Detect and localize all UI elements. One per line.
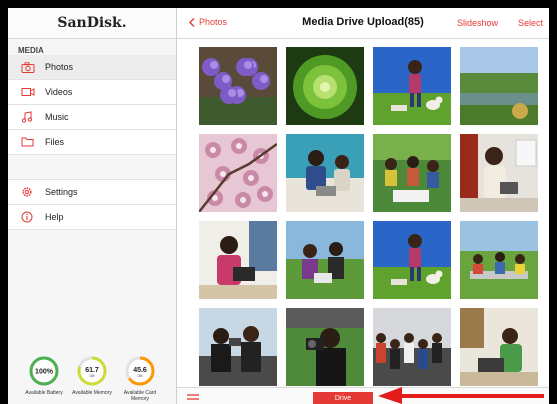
photo-thumbnail-girl-with-tablet-indoors[interactable] [199,221,277,299]
music-note-icon [21,111,45,123]
sidebar-item-music[interactable]: Music [8,105,176,130]
photo-thumbnail-people-taking-photos[interactable] [199,308,277,386]
photo-thumbnail-woman-with-laptop-indoors[interactable] [460,308,538,386]
photo-grid [199,47,544,386]
media-section-label: MEDIA [18,46,44,55]
photo-thumbnail-group-at-picnic-table[interactable] [460,221,538,299]
battery-gauge: 100% Available Battery [23,355,65,402]
battery-label: Available Battery [25,390,63,396]
photo-thumbnail-green-succulent-plant[interactable] [286,47,364,125]
battery-value: 100% [35,369,54,376]
camera-icon [21,61,45,73]
back-button[interactable]: Photos [189,17,227,27]
memory-unit: GB [89,374,95,378]
bottom-bar: Drive [177,387,549,404]
memory-gauge: 61.7 GB Available Memory [71,355,113,402]
sidebar-item-label: Settings [45,187,78,197]
folder-icon [21,137,45,147]
card-memory-label: Available Card Memory [123,390,157,402]
sidebar-item-photos[interactable]: Photos [8,55,176,80]
memory-value: 61.7 [85,367,99,374]
photo-thumbnail-crowd-at-event[interactable] [373,308,451,386]
card-memory-gauge: 45.6 GB Available Card Memory [119,355,161,402]
slideshow-button[interactable]: Slideshow [457,18,498,28]
photo-thumbnail-girl-with-dog-on-lawn[interactable] [373,221,451,299]
back-label: Photos [199,17,228,27]
photo-thumbnail-purple-lavender-flowers[interactable] [199,47,277,125]
photo-thumbnail-woman-reading-tablet[interactable] [460,134,538,212]
main-content: Photos Media Drive Upload(85) Slideshow … [177,8,549,404]
sidebar-item-label: Help [45,212,64,222]
photo-thumbnail-pink-cherry-blossoms[interactable] [199,134,277,212]
memory-label: Available Memory [72,390,112,396]
memory-gauge-ring: 61.7 GB [77,356,107,386]
photo-thumbnail-countryside-pond-landscape[interactable] [460,47,538,125]
card-memory-gauge-ring: 45.6 GB [125,356,155,386]
menu-icon[interactable] [187,394,199,402]
sidebar-item-files[interactable]: Files [8,130,176,155]
photo-thumbnail-group-outdoors-on-grass[interactable] [373,134,451,212]
sidebar-item-label: Videos [45,87,73,97]
sidebar-item-label: Photos [45,62,74,72]
sidebar: SanDisk. MEDIA Photos Videos Music Files [8,8,177,404]
storage-gauges: 100% Available Battery 61.7 GB Available… [8,355,176,402]
photo-thumbnail-photographer-with-camera[interactable] [286,308,364,386]
video-camera-icon [21,87,45,97]
drive-button[interactable]: Drive [313,392,373,404]
sidebar-item-label: Files [45,137,65,147]
gear-icon [21,186,45,198]
top-bar: Photos Media Drive Upload(85) Slideshow … [177,8,549,39]
sidebar-divider [8,155,176,180]
photo-thumbnail-students-with-laptop[interactable] [286,134,364,212]
card-memory-value: 45.6 [133,367,147,374]
app-window: SanDisk. MEDIA Photos Videos Music Files [8,8,549,404]
battery-gauge-ring: 100% [29,356,59,386]
sidebar-item-videos[interactable]: Videos [8,80,176,105]
sidebar-item-label: Music [45,112,69,122]
sidebar-item-help[interactable]: Help [8,205,176,230]
sidebar-item-settings[interactable]: Settings [8,180,176,205]
photo-thumbnail-women-on-grass-with-tablet[interactable] [286,221,364,299]
card-memory-unit: GB [137,374,143,378]
select-button[interactable]: Select [518,18,543,28]
info-icon [21,211,45,223]
sandisk-logo: SanDisk. [8,8,176,39]
photo-thumbnail-girl-with-dog-on-lawn[interactable] [373,47,451,125]
chevron-left-icon [189,17,195,27]
